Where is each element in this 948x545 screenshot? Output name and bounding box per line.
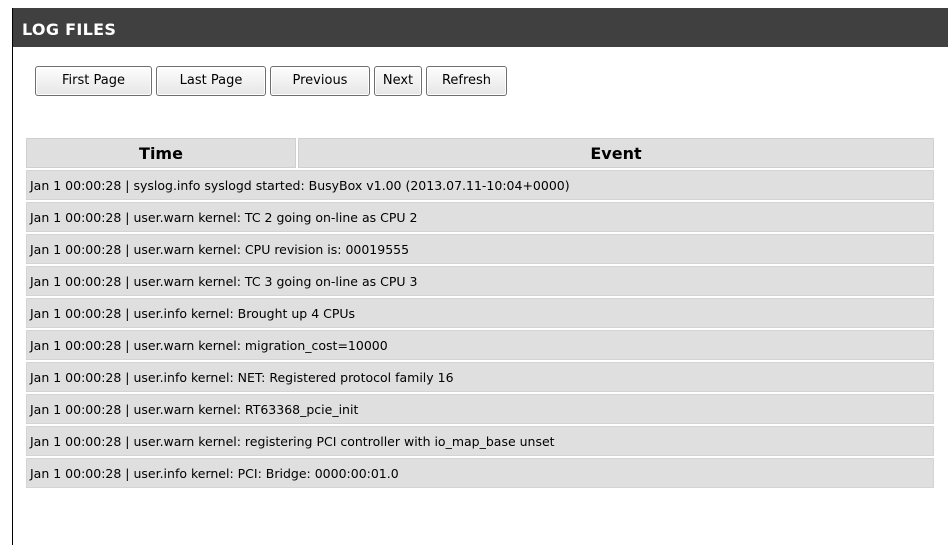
event-column-header: Event <box>298 138 934 168</box>
refresh-button[interactable]: Refresh <box>426 66 507 96</box>
log-entry: Jan 1 00:00:28 | user.warn kernel: migra… <box>26 330 934 360</box>
next-page-button[interactable]: Next <box>374 66 422 96</box>
table-row: Jan 1 00:00:28 | user.warn kernel: regis… <box>26 426 934 456</box>
log-pagination-toolbar: First Page Last Page Previous Next Refre… <box>35 66 507 96</box>
log-entry: Jan 1 00:00:28 | user.warn kernel: TC 3 … <box>26 266 934 296</box>
table-row: Jan 1 00:00:28 | user.warn kernel: migra… <box>26 330 934 360</box>
table-row: Jan 1 00:00:28 | syslog.info syslogd sta… <box>26 170 934 200</box>
table-row: Jan 1 00:00:28 | user.warn kernel: TC 2 … <box>26 202 934 232</box>
log-entry: Jan 1 00:00:28 | user.warn kernel: RT633… <box>26 394 934 424</box>
log-entry: Jan 1 00:00:28 | user.info kernel: PCI: … <box>26 458 934 488</box>
table-header-row: Time Event <box>26 138 934 168</box>
log-table: Time Event Jan 1 00:00:28 | syslog.info … <box>24 136 936 490</box>
time-column-header: Time <box>26 138 296 168</box>
last-page-button[interactable]: Last Page <box>156 66 266 96</box>
table-row: Jan 1 00:00:28 | user.info kernel: NET: … <box>26 362 934 392</box>
log-entry: Jan 1 00:00:28 | syslog.info syslogd sta… <box>26 170 934 200</box>
log-entry: Jan 1 00:00:28 | user.info kernel: NET: … <box>26 362 934 392</box>
log-entry: Jan 1 00:00:28 | user.warn kernel: CPU r… <box>26 234 934 264</box>
log-entry: Jan 1 00:00:28 | user.info kernel: Broug… <box>26 298 934 328</box>
table-row: Jan 1 00:00:28 | user.info kernel: PCI: … <box>26 458 934 488</box>
table-row: Jan 1 00:00:28 | user.warn kernel: CPU r… <box>26 234 934 264</box>
log-entry: Jan 1 00:00:28 | user.warn kernel: TC 2 … <box>26 202 934 232</box>
table-row: Jan 1 00:00:28 | user.warn kernel: RT633… <box>26 394 934 424</box>
table-row: Jan 1 00:00:28 | user.info kernel: Broug… <box>26 298 934 328</box>
table-row: Jan 1 00:00:28 | user.warn kernel: TC 3 … <box>26 266 934 296</box>
first-page-button[interactable]: First Page <box>35 66 152 96</box>
log-entry: Jan 1 00:00:28 | user.warn kernel: regis… <box>26 426 934 456</box>
previous-page-button[interactable]: Previous <box>270 66 370 96</box>
page-title: LOG FILES <box>13 8 948 47</box>
